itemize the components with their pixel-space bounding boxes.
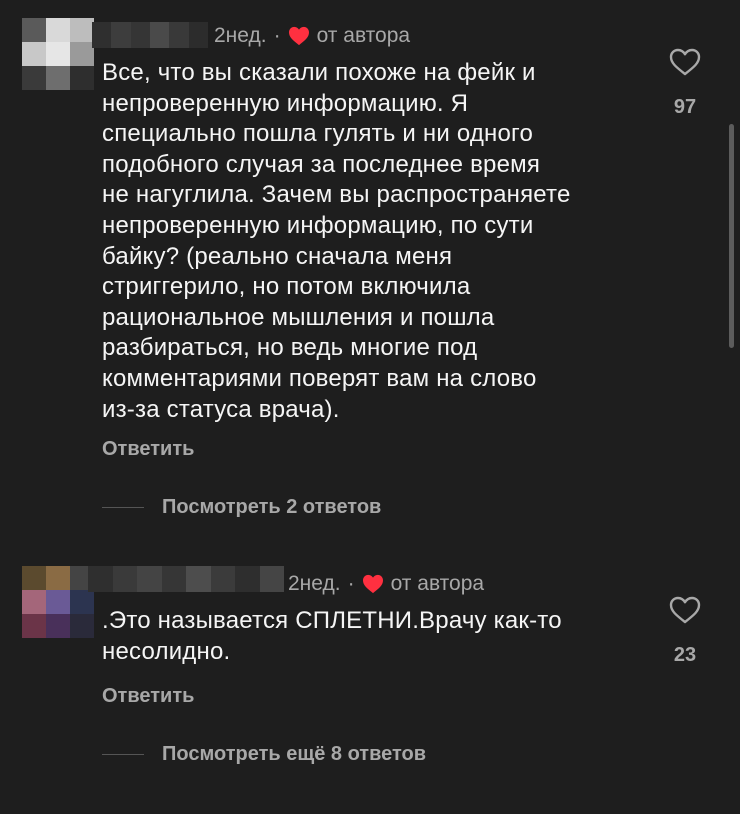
- avatar[interactable]: [22, 18, 94, 90]
- comment: 2нед. · от автора .Это называется СПЛЕТН…: [0, 548, 740, 814]
- author-like-label: от автора: [316, 24, 411, 47]
- like-count: 23: [673, 644, 697, 666]
- heart-outline-icon[interactable]: [669, 596, 701, 624]
- view-replies-button[interactable]: Посмотреть ещё 8 ответов: [102, 743, 426, 766]
- comment-text: .Это называется СПЛЕТНИ.Врачу как-то нес…: [102, 607, 562, 665]
- comment-time: 2нед.: [288, 572, 341, 595]
- heart-outline-icon[interactable]: [669, 48, 701, 76]
- view-replies-label: Посмотреть ещё 8 ответов: [162, 743, 427, 765]
- reply-button[interactable]: Ответить: [102, 438, 194, 461]
- author-like-label: от автора: [390, 572, 485, 595]
- comment-time: 2нед.: [214, 24, 267, 47]
- comment-meta: 2нед. · от автора: [214, 24, 410, 48]
- username-blurred[interactable]: [88, 566, 284, 592]
- like-button[interactable]: 97: [660, 48, 710, 119]
- scrollbar[interactable]: [729, 124, 734, 348]
- divider-line: [102, 754, 144, 755]
- comment-meta: 2нед. · от автора: [288, 572, 484, 596]
- like-count: 97: [673, 96, 697, 118]
- like-button[interactable]: 23: [660, 596, 710, 667]
- reply-button[interactable]: Ответить: [102, 685, 194, 708]
- comment: 2нед. · от автора Все, что вы сказали по…: [0, 0, 740, 540]
- view-replies-button[interactable]: Посмотреть 2 ответов: [102, 496, 381, 519]
- meta-separator: ·: [347, 572, 355, 595]
- avatar[interactable]: [22, 566, 94, 638]
- meta-separator: ·: [273, 24, 281, 47]
- divider-line: [102, 507, 144, 508]
- heart-filled-icon: [362, 574, 383, 594]
- heart-filled-icon: [288, 26, 309, 46]
- view-replies-label: Посмотреть 2 ответов: [162, 496, 382, 518]
- username-blurred[interactable]: [92, 22, 208, 48]
- comment-text: Все, что вы сказали похоже на фейк и неп…: [102, 59, 571, 423]
